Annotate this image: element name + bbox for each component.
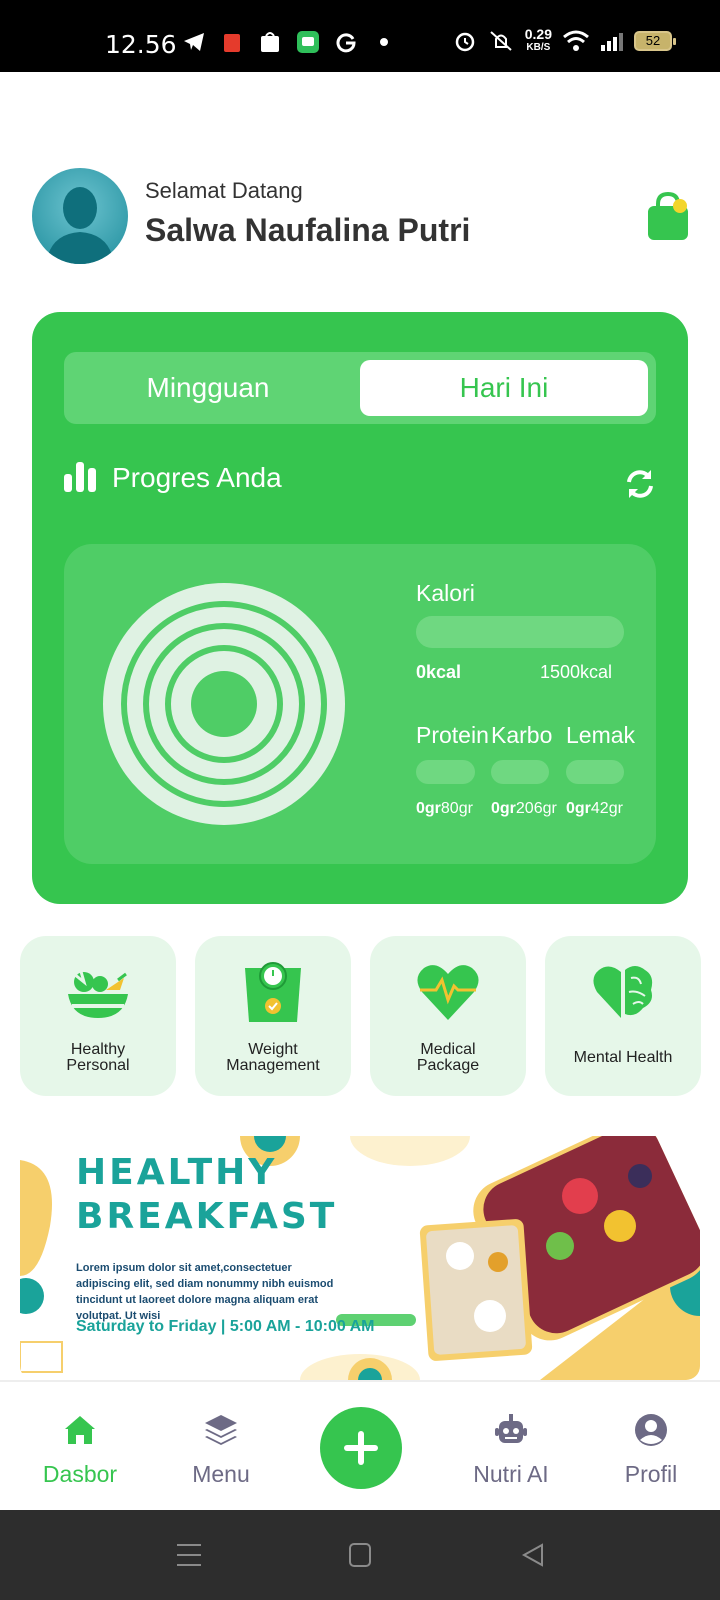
protein-values: 0gr80gr xyxy=(416,800,473,817)
fat-values: 0gr42gr xyxy=(566,800,623,817)
plus-icon xyxy=(344,1431,378,1465)
network-speed: 0.29 KB/S xyxy=(524,26,552,53)
home-button-icon[interactable] xyxy=(348,1542,372,1568)
recent-apps-icon[interactable] xyxy=(176,1542,202,1568)
notification-icons xyxy=(182,30,396,54)
promo-banner-healthy-breakfast[interactable]: HEALTHY BREAKFAST Lorem ipsum dolor sit … xyxy=(20,1136,700,1380)
brain-heart-icon xyxy=(593,966,653,1018)
banner-title-line1: HEALTHY xyxy=(76,1152,278,1193)
signal-icon xyxy=(601,33,623,51)
greeting-text: Selamat Datang xyxy=(145,178,303,203)
add-button[interactable] xyxy=(320,1407,402,1489)
carb-progress-bar xyxy=(491,760,549,784)
nav-label: Dasbor xyxy=(42,1461,118,1487)
banner-schedule: Saturday to Friday | 5:00 AM - 10:00 AM xyxy=(76,1318,375,1335)
calorie-progress-bar xyxy=(416,616,624,648)
back-icon[interactable] xyxy=(520,1542,546,1568)
system-navigation-bar xyxy=(0,1510,720,1600)
more-notifications-icon xyxy=(372,30,396,54)
layers-icon xyxy=(205,1415,237,1445)
status-bar: 12.56 0.29 KB/S 52 xyxy=(0,0,720,72)
category-label-line2: Management xyxy=(226,1057,320,1074)
user-name: Salwa Naufalina Putri xyxy=(145,212,471,248)
period-toggle: Mingguan Hari Ini xyxy=(64,352,656,424)
avatar[interactable] xyxy=(32,168,128,264)
category-label-line1: Healthy xyxy=(70,1041,126,1058)
protein-label: Protein xyxy=(416,722,489,748)
shopee-icon xyxy=(258,30,282,54)
user-silhouette-icon xyxy=(46,187,114,264)
carb-values: 0gr206gr xyxy=(491,800,557,817)
protein-progress-bar xyxy=(416,760,475,784)
messages-icon xyxy=(296,30,320,54)
category-label-line2: Personal xyxy=(66,1057,130,1074)
calorie-label: Kalori xyxy=(416,580,475,606)
nav-dasbor[interactable]: Dasbor xyxy=(20,1412,140,1488)
shopeepay-icon xyxy=(220,30,244,54)
google-icon xyxy=(334,30,358,54)
banner-title-line2: BREAKFAST xyxy=(76,1196,338,1237)
mute-icon xyxy=(490,31,512,51)
robot-icon xyxy=(495,1414,527,1443)
category-medical-package[interactable]: Medical Package xyxy=(370,936,526,1096)
wifi-icon xyxy=(563,30,589,51)
tab-today[interactable]: Hari Ini xyxy=(360,360,648,416)
category-healthy-personal[interactable]: Healthy Personal xyxy=(20,936,176,1096)
fat-progress-bar xyxy=(566,760,624,784)
calorie-current: 0kcal xyxy=(416,662,462,682)
category-label-line1: Medical xyxy=(420,1041,476,1058)
banner-description: Lorem ipsum dolor sit amet,consectetuer … xyxy=(76,1262,334,1322)
home-icon xyxy=(65,1416,95,1444)
carb-label: Karbo xyxy=(491,722,553,748)
category-mental-health[interactable]: Mental Health xyxy=(545,936,701,1096)
calorie-target: 1500kcal xyxy=(540,662,613,682)
nav-label: Nutri AI xyxy=(473,1461,549,1487)
user-circle-icon xyxy=(635,1414,667,1446)
battery-indicator: 52 xyxy=(634,31,676,51)
nav-menu[interactable]: Menu xyxy=(161,1412,281,1488)
nav-profil[interactable]: Profil xyxy=(591,1412,711,1488)
nutrition-rings-chart xyxy=(103,583,345,825)
shopping-bag-icon[interactable] xyxy=(646,192,690,242)
nav-label: Profil xyxy=(624,1461,678,1487)
telegram-icon xyxy=(182,30,206,54)
nav-nutri-ai[interactable]: Nutri AI xyxy=(451,1412,571,1488)
category-label-line2: Package xyxy=(416,1057,480,1074)
tab-weekly[interactable]: Mingguan xyxy=(64,360,352,416)
weight-scale-icon xyxy=(245,962,301,1022)
nav-label: Menu xyxy=(192,1461,250,1487)
fat-label: Lemak xyxy=(566,722,636,748)
category-weight-management[interactable]: Weight Management xyxy=(195,936,351,1096)
category-label-line1: Mental Health xyxy=(573,1049,673,1066)
salad-bowl-icon xyxy=(68,967,128,1018)
system-icons: 0.29 KB/S 52 xyxy=(453,26,676,54)
category-label-line1: Weight xyxy=(248,1041,298,1058)
refresh-icon[interactable] xyxy=(624,468,656,500)
progress-title: Progres Anda xyxy=(112,462,282,493)
status-time: 12.56 xyxy=(105,30,177,59)
alarm-icon xyxy=(455,32,474,52)
bar-chart-icon xyxy=(64,462,96,492)
heart-pulse-icon xyxy=(417,965,479,1020)
